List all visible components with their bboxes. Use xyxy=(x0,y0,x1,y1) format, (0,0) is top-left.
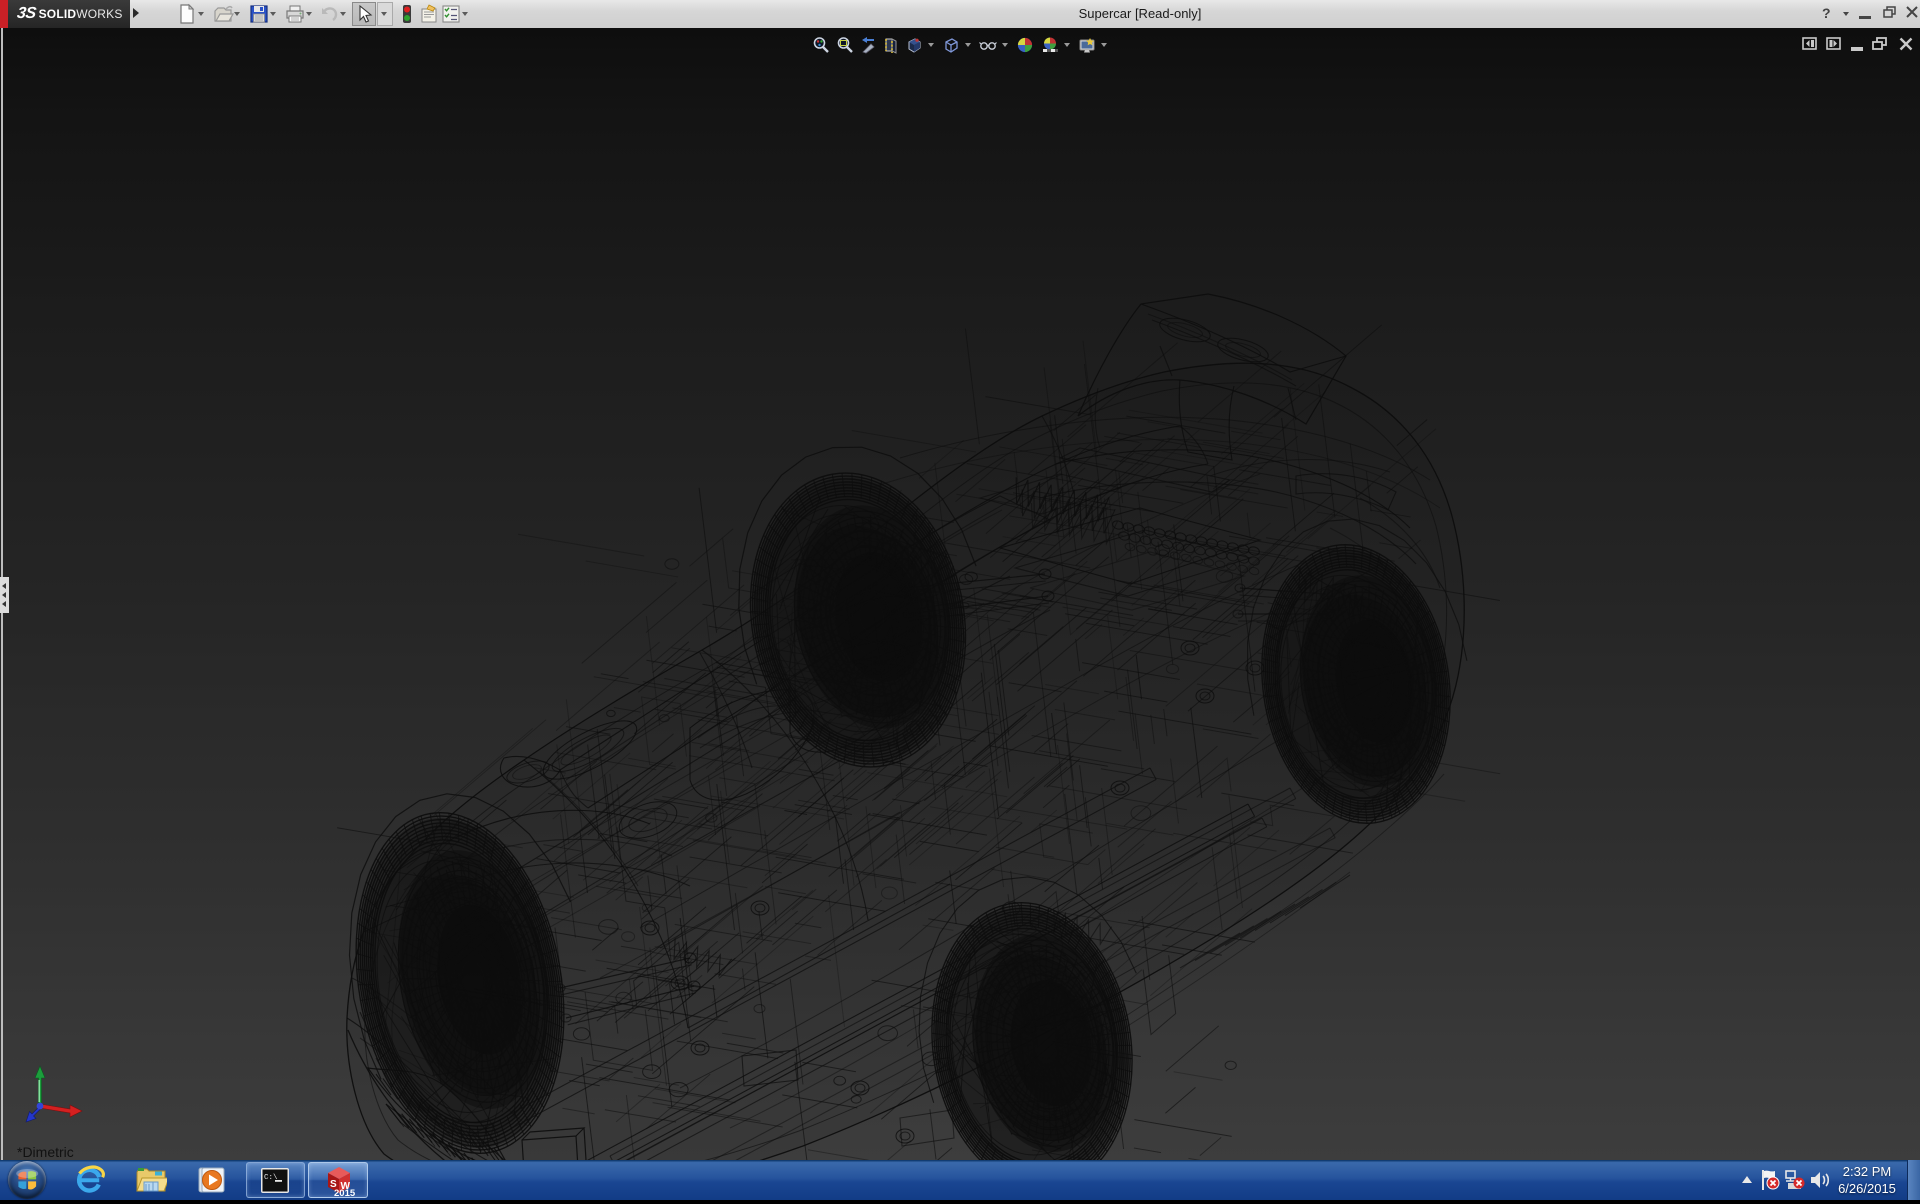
svg-text:2015: 2015 xyxy=(334,1188,356,1197)
